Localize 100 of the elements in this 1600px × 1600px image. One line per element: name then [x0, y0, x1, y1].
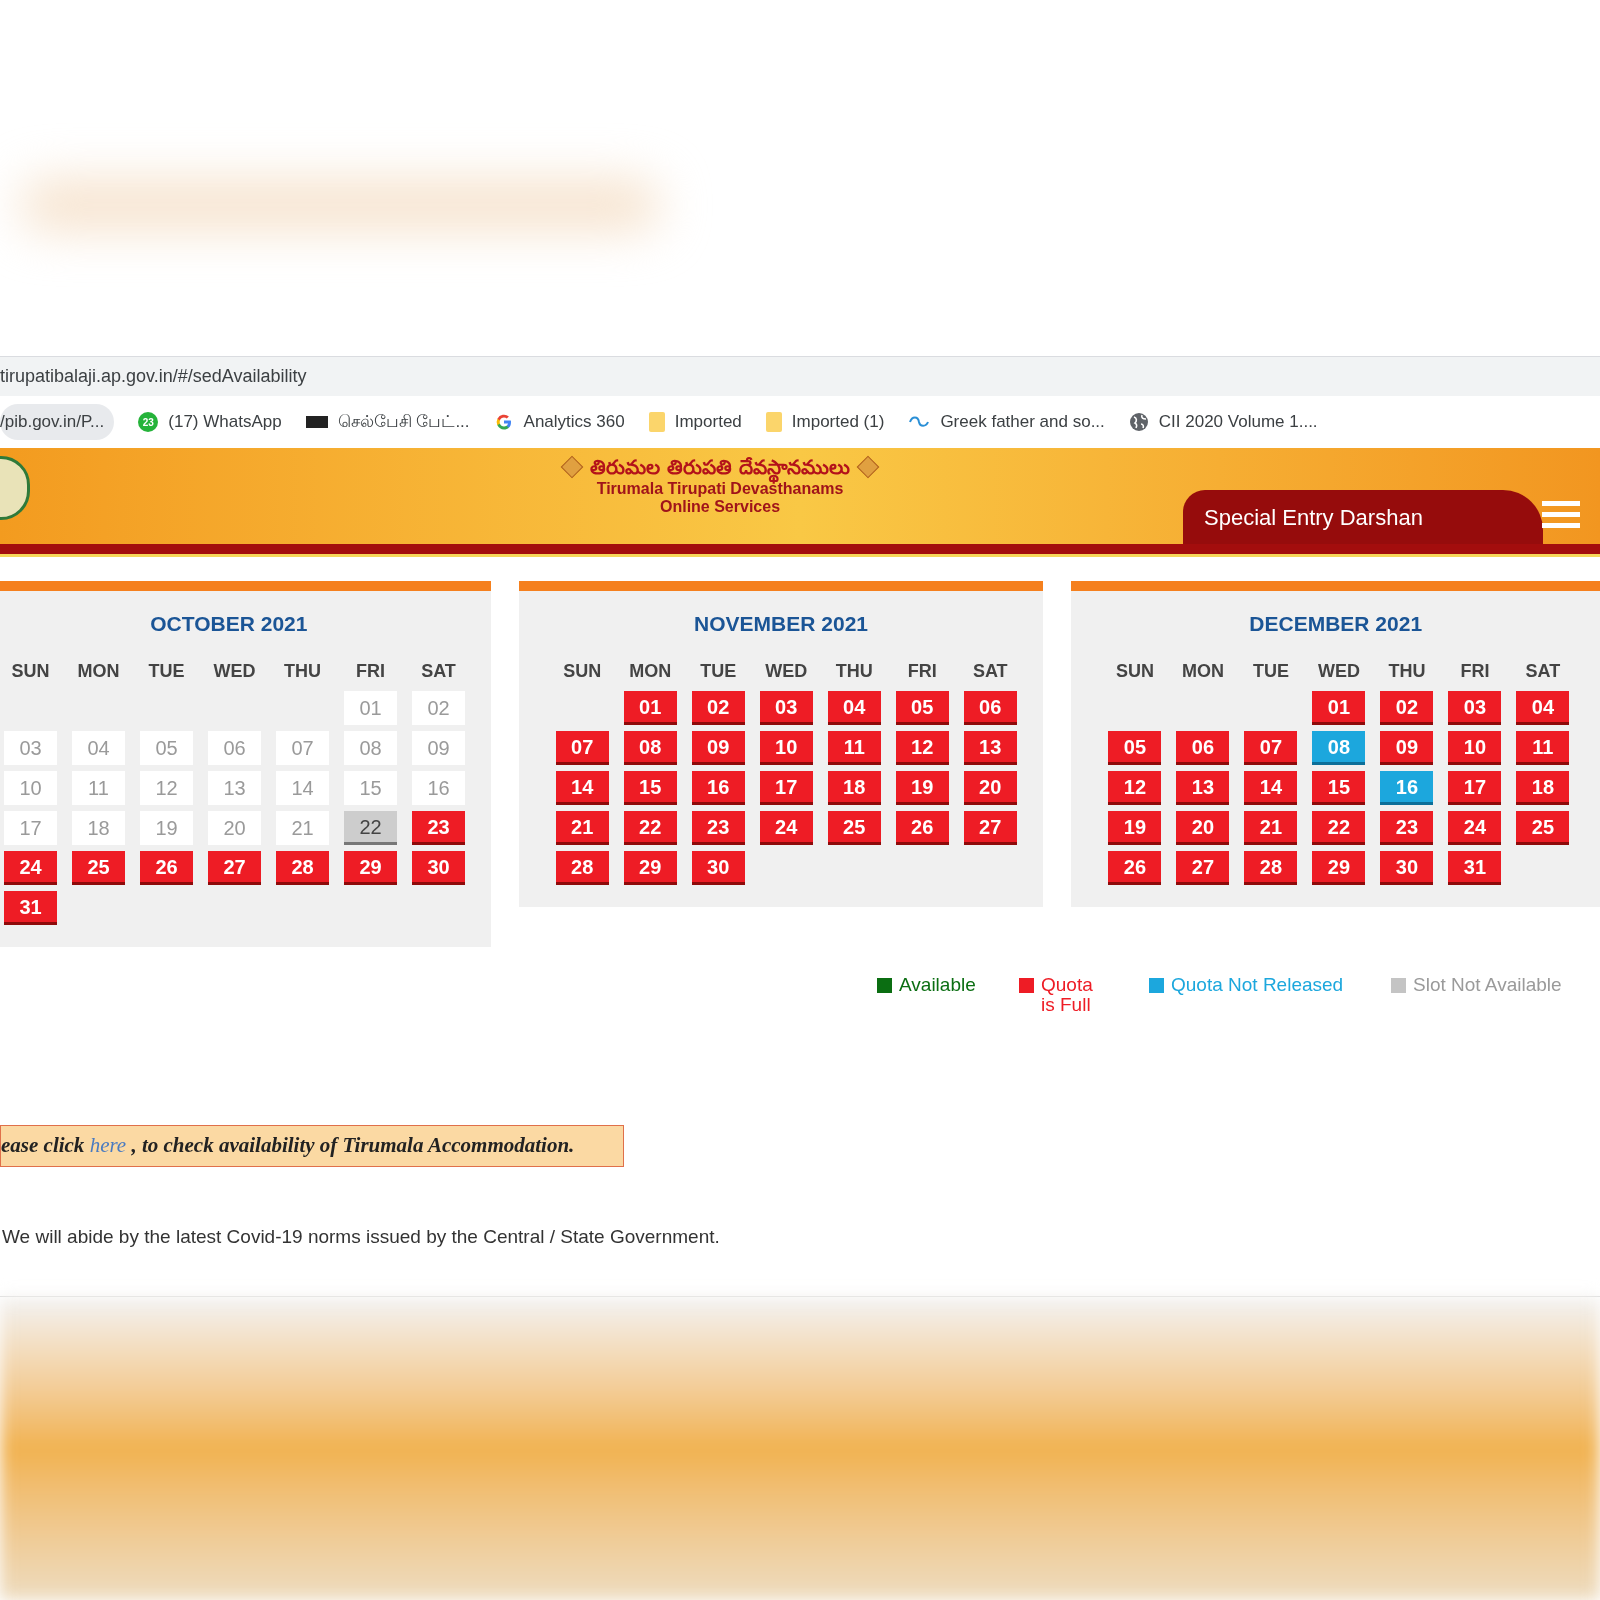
- date-cell[interactable]: 31: [4, 891, 57, 925]
- date-cell[interactable]: 27: [1176, 851, 1230, 885]
- date-cell[interactable]: 28: [555, 851, 609, 885]
- bookmark-item[interactable]: Imported (1): [791, 409, 885, 435]
- bookmark-item[interactable]: Analytics 360: [523, 409, 625, 435]
- month-title: NOVEMBER 2021: [694, 611, 868, 638]
- date-cell: 06: [208, 731, 261, 765]
- date-cell[interactable]: 03: [759, 691, 813, 725]
- weekday-header: SAT: [421, 659, 456, 683]
- date-cell[interactable]: 29: [1312, 851, 1366, 885]
- date-cell[interactable]: 23: [691, 811, 745, 845]
- weekday-header: SUN: [1115, 659, 1154, 683]
- bookmark-item[interactable]: CII 2020 Volume 1....: [1158, 409, 1318, 435]
- date-cell[interactable]: 05: [1108, 731, 1162, 765]
- accommodation-link[interactable]: here: [89, 1133, 127, 1158]
- date-cell[interactable]: 25: [827, 811, 881, 845]
- weekday-header: THU: [284, 659, 321, 683]
- date-cell[interactable]: 20: [1176, 811, 1230, 845]
- date-cell[interactable]: 17: [759, 771, 813, 805]
- date-cell[interactable]: 06: [1176, 731, 1230, 765]
- date-cell[interactable]: 07: [1244, 731, 1298, 765]
- date-cell[interactable]: 28: [1244, 851, 1298, 885]
- date-cell: 22: [344, 811, 397, 845]
- date-cell[interactable]: 22: [623, 811, 677, 845]
- date-cell[interactable]: 19: [895, 771, 949, 805]
- date-cell[interactable]: 14: [555, 771, 609, 805]
- date-cell[interactable]: 09: [1380, 731, 1434, 765]
- date-cell[interactable]: 09: [691, 731, 745, 765]
- date-cell[interactable]: 15: [1312, 771, 1366, 805]
- date-cell[interactable]: 29: [623, 851, 677, 885]
- date-cell[interactable]: 12: [895, 731, 949, 765]
- date-cell[interactable]: 13: [963, 731, 1017, 765]
- date-cell[interactable]: 02: [1380, 691, 1434, 725]
- date-cell[interactable]: 29: [344, 851, 397, 885]
- date-cell[interactable]: 24: [1448, 811, 1502, 845]
- date-cell[interactable]: 03: [1448, 691, 1502, 725]
- date-cell[interactable]: 26: [895, 811, 949, 845]
- weekday-header: THU: [835, 659, 873, 683]
- date-cell[interactable]: 18: [827, 771, 881, 805]
- date-cell[interactable]: 08: [623, 731, 677, 765]
- date-cell[interactable]: 16: [1380, 771, 1434, 805]
- date-cell[interactable]: 18: [1516, 771, 1570, 805]
- date-cell[interactable]: 13: [1176, 771, 1230, 805]
- date-cell[interactable]: 16: [691, 771, 745, 805]
- date-cell[interactable]: 28: [276, 851, 329, 885]
- date-cell: 13: [208, 771, 261, 805]
- date-cell[interactable]: 15: [623, 771, 677, 805]
- date-cell[interactable]: 27: [963, 811, 1017, 845]
- bookmark-item[interactable]: Greek father and so...: [940, 409, 1105, 435]
- bookmark-item[interactable]: Imported: [674, 409, 742, 435]
- date-cell[interactable]: 21: [1244, 811, 1298, 845]
- date-cell[interactable]: 17: [1448, 771, 1502, 805]
- date-cell[interactable]: 02: [691, 691, 745, 725]
- date-cell[interactable]: 11: [827, 731, 881, 765]
- date-cell[interactable]: 26: [1108, 851, 1162, 885]
- date-cell[interactable]: 25: [72, 851, 125, 885]
- date-cell[interactable]: 07: [555, 731, 609, 765]
- date-cell[interactable]: 06: [963, 691, 1017, 725]
- date-cell[interactable]: 14: [1244, 771, 1298, 805]
- date-cell[interactable]: 22: [1312, 811, 1366, 845]
- date-cell: 17: [4, 811, 57, 845]
- date-cell[interactable]: 21: [555, 811, 609, 845]
- date-cell[interactable]: 23: [1380, 811, 1434, 845]
- date-cell[interactable]: 26: [140, 851, 193, 885]
- bookmark-item[interactable]: செல்பேசி பேட்...: [337, 409, 470, 435]
- date-cell[interactable]: 04: [1516, 691, 1570, 725]
- date-cell: 02: [412, 691, 465, 725]
- date-cell[interactable]: 25: [1516, 811, 1570, 845]
- date-cell[interactable]: 27: [208, 851, 261, 885]
- weekday-header: TUE: [148, 659, 185, 683]
- address-bar-url[interactable]: tirupatibalaji.ap.gov.in/#/sedAvailability: [0, 363, 307, 390]
- date-cell[interactable]: 10: [1448, 731, 1502, 765]
- date-cell[interactable]: 31: [1448, 851, 1502, 885]
- date-cell[interactable]: 30: [1380, 851, 1434, 885]
- date-cell[interactable]: 04: [827, 691, 881, 725]
- weekday-header: TUE: [1252, 659, 1289, 683]
- date-cell[interactable]: 12: [1108, 771, 1162, 805]
- menu-icon[interactable]: [1542, 501, 1580, 529]
- bookmark-chip[interactable]: /pib.gov.in/P...: [0, 404, 115, 440]
- date-cell[interactable]: 30: [412, 851, 465, 885]
- legend-label: Available: [899, 975, 976, 995]
- news-icon: [305, 416, 328, 428]
- date-cell[interactable]: 19: [1108, 811, 1162, 845]
- bookmark-item[interactable]: (17) WhatsApp: [168, 409, 282, 435]
- weekday-header: SAT: [1525, 659, 1561, 683]
- date-cell[interactable]: 08: [1312, 731, 1366, 765]
- date-cell[interactable]: 24: [4, 851, 57, 885]
- date-cell[interactable]: 05: [895, 691, 949, 725]
- date-cell[interactable]: 10: [759, 731, 813, 765]
- date-cell: 08: [344, 731, 397, 765]
- date-cell[interactable]: 20: [963, 771, 1017, 805]
- date-cell[interactable]: 23: [412, 811, 465, 845]
- date-cell: 10: [4, 771, 57, 805]
- date-cell[interactable]: 01: [1312, 691, 1366, 725]
- legend-label: Quota is Full: [1041, 975, 1094, 1015]
- date-cell[interactable]: 30: [691, 851, 745, 885]
- date-cell[interactable]: 24: [759, 811, 813, 845]
- date-cell[interactable]: 11: [1516, 731, 1570, 765]
- month-title: DECEMBER 2021: [1249, 611, 1423, 638]
- date-cell[interactable]: 01: [623, 691, 677, 725]
